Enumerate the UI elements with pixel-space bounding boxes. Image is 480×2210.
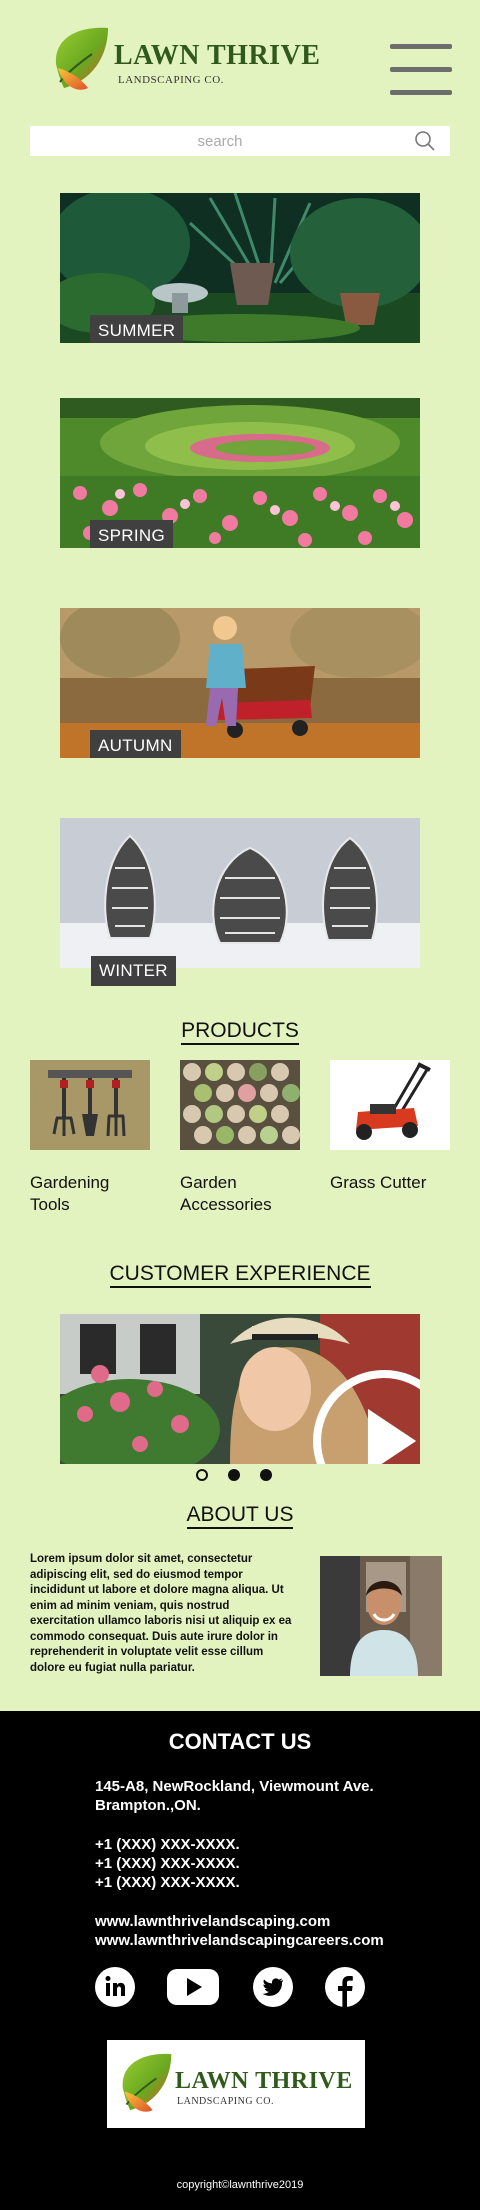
season-label-autumn: AUTUMN — [90, 730, 181, 758]
contact-heading: CONTACT US — [168, 1729, 312, 1754]
product-name: Gardening Tools — [30, 1173, 110, 1214]
footer-brand-name: LAWN THRIVE — [175, 2068, 353, 2094]
careers-link[interactable]: www.lawnthrivelandscapingcareers.com — [95, 1931, 384, 1950]
products-heading: PRODUCTS — [0, 1019, 480, 1045]
winter-pinecones-image — [60, 818, 420, 968]
products-heading-text: PRODUCTS — [181, 1019, 299, 1045]
leaf-logo-icon — [55, 27, 108, 90]
linkedin-icon[interactable] — [94, 1966, 136, 2008]
grass-cutter-image — [330, 1060, 450, 1150]
product-name: Grass Cutter — [330, 1173, 427, 1192]
footer-brand-logo[interactable]: LAWN THRIVE LANDSCAPING CO. — [107, 2040, 365, 2128]
season-label-spring: SPRING — [90, 520, 173, 548]
brand-logo[interactable]: LAWN THRIVE LANDSCAPING CO. — [52, 22, 322, 100]
season-card-summer[interactable]: SUMMER — [60, 193, 420, 343]
carousel-dots — [196, 1469, 276, 1483]
about-photo — [320, 1556, 442, 1676]
gardening-tools-image — [30, 1060, 150, 1150]
contact-phone[interactable]: +1 (XXX) XXX-XXXX. — [95, 1835, 240, 1854]
menu-hamburger-icon[interactable] — [390, 42, 452, 100]
season-label-winter[interactable]: WINTER — [91, 956, 176, 986]
facebook-icon[interactable] — [324, 1966, 366, 2008]
product-grass-cutter[interactable]: Grass Cutter — [330, 1060, 450, 1194]
customer-experience-heading: CUSTOMER EXPERIENCE — [0, 1262, 480, 1288]
brand-tagline: LANDSCAPING CO. — [118, 74, 224, 86]
contact-phone[interactable]: +1 (XXX) XXX-XXXX. — [95, 1854, 240, 1873]
about-heading: ABOUT US — [0, 1503, 480, 1529]
carousel-dot[interactable] — [196, 1469, 208, 1481]
site-header: LAWN THRIVE LANDSCAPING CO. — [0, 0, 480, 120]
carousel-dot[interactable] — [228, 1469, 240, 1481]
website-link[interactable]: www.lawnthrivelandscaping.com — [95, 1912, 330, 1931]
product-gardening-tools[interactable]: Gardening Tools — [30, 1060, 150, 1216]
about-description: Lorem ipsum dolor sit amet, consectetur … — [30, 1553, 292, 1674]
youtube-icon[interactable] — [166, 1966, 220, 2008]
brand-name: LAWN THRIVE — [114, 40, 321, 71]
search-input[interactable] — [30, 126, 410, 156]
search-bar — [30, 126, 450, 156]
season-card-winter[interactable] — [60, 818, 420, 968]
customer-experience-heading-text: CUSTOMER EXPERIENCE — [109, 1262, 371, 1288]
footer-brand-tagline: LANDSCAPING CO. — [177, 2096, 274, 2107]
copyright-text: copyright©lawnthrive2019 — [176, 2179, 304, 2191]
season-card-autumn[interactable]: AUTUMN — [60, 608, 420, 758]
garden-accessories-image — [180, 1060, 300, 1150]
twitter-icon[interactable] — [252, 1966, 294, 2008]
season-label-summer: SUMMER — [90, 315, 184, 343]
carousel-dot[interactable] — [260, 1469, 272, 1481]
contact-phone[interactable]: +1 (XXX) XXX-XXXX. — [95, 1873, 240, 1892]
play-icon[interactable] — [204, 1366, 420, 1464]
leaf-logo-icon — [122, 2053, 172, 2112]
customer-experience-video[interactable] — [60, 1314, 420, 1464]
about-heading-text: ABOUT US — [186, 1503, 294, 1529]
contact-address-line2: Brampton.,ON. — [95, 1797, 201, 1814]
contact-address-line1: 145-A8, NewRockland, Viewmount Ave. — [95, 1778, 374, 1795]
staff-portrait-image — [320, 1556, 442, 1676]
product-garden-accessories[interactable]: Garden Accessories — [180, 1060, 300, 1216]
search-icon[interactable] — [414, 130, 436, 152]
product-name: Garden Accessories — [180, 1173, 272, 1214]
season-card-spring[interactable]: SPRING — [60, 398, 420, 548]
